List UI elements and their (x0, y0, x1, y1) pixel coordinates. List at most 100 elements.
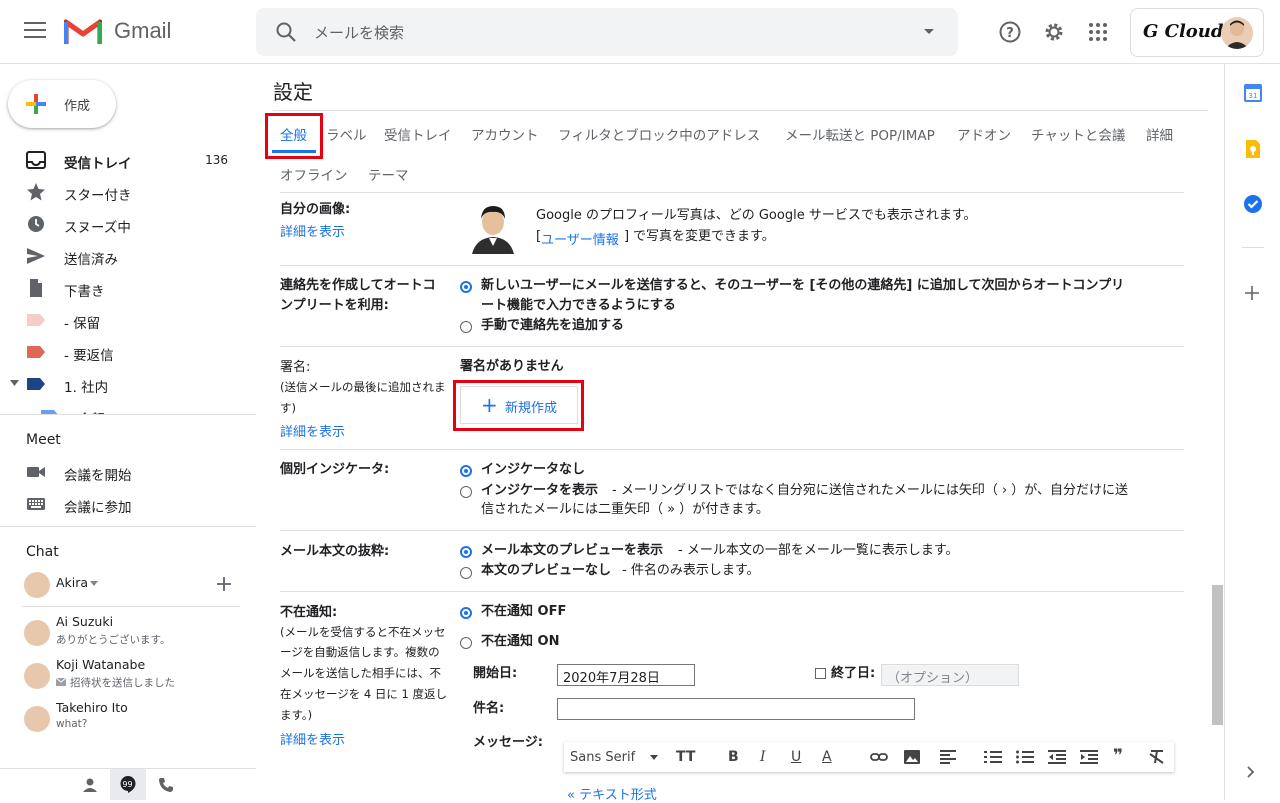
sidebar-item-label: スター付き (64, 188, 132, 204)
tab-labels[interactable]: ラベル (326, 124, 367, 144)
new-chat-plus-icon[interactable] (216, 576, 232, 592)
snippets-show-radio[interactable] (460, 546, 472, 558)
chat-contact-name: Ai Suzuki (56, 614, 114, 629)
sidebar-item-drafts[interactable]: 下書き (0, 272, 256, 304)
phone-icon[interactable] (158, 777, 174, 793)
tab-accounts[interactable]: アカウント (471, 124, 539, 144)
chat-contact-koji-watanabe[interactable]: Koji Watanabe 招待状を送信しました (24, 657, 244, 699)
underline-icon[interactable]: U (791, 749, 801, 765)
chevron-right-icon[interactable] (1247, 766, 1255, 778)
sidebar-item-hold[interactable]: - 保留 (0, 304, 256, 336)
chevron-down-icon[interactable] (90, 581, 98, 586)
autocomplete-manual-radio[interactable] (460, 321, 472, 333)
snippets-show-option: メール本文のプレビューを表示 (481, 543, 664, 558)
sidebar-item-internal[interactable]: 1. 社内 (0, 368, 256, 400)
plain-text-link[interactable]: « テキスト形式 (567, 784, 657, 803)
indicators-on-desc-2: 信されたメールには二重矢印（ » ）が付きます。 (481, 502, 769, 517)
compose-button[interactable]: 作成 (8, 80, 116, 128)
sidebar-item-snoozed[interactable]: スヌーズ中 (0, 208, 256, 240)
align-icon[interactable] (940, 750, 958, 764)
end-date-input[interactable]: （オプション） (881, 664, 1019, 686)
account-switcher[interactable]: G Cloud (1130, 8, 1264, 57)
indent-less-icon[interactable] (1048, 750, 1066, 764)
my-picture-learn-more-link[interactable]: 詳細を表示 (280, 221, 345, 240)
bold-icon[interactable]: B (728, 749, 739, 765)
start-date-input[interactable]: 2020年7月28日 (557, 664, 695, 686)
about-me-link[interactable]: ユーザー情報 (541, 229, 619, 248)
vacation-sub-4: 在メッセージを 4 日に 1 度返し (280, 687, 448, 701)
font-size-icon[interactable]: TT (676, 749, 695, 765)
hangouts-tab[interactable]: 99 (110, 769, 146, 800)
font-family-select[interactable]: Sans Serif (570, 750, 635, 765)
bulleted-list-icon[interactable] (1016, 750, 1034, 764)
help-icon[interactable]: ? (998, 20, 1022, 44)
indent-more-icon[interactable] (1080, 750, 1098, 764)
settings-gear-icon[interactable] (1042, 20, 1066, 44)
divider (22, 606, 240, 607)
italic-icon[interactable]: I (760, 749, 766, 765)
tab-addons[interactable]: アドオン (957, 124, 1011, 144)
get-addons-plus-icon[interactable] (1245, 286, 1259, 300)
vacation-off-radio[interactable] (460, 607, 472, 619)
tab-inbox[interactable]: 受信トレイ (384, 124, 452, 144)
chat-contact-name: Koji Watanabe (56, 657, 146, 672)
avatar (24, 572, 50, 598)
chat-contact-takehiro-ito[interactable]: Takehiro Ito what? (24, 700, 244, 742)
tab-advanced[interactable]: 詳細 (1146, 124, 1173, 144)
search-input[interactable]: メールを検索 (314, 22, 404, 43)
chat-section-title: Chat (26, 544, 59, 560)
vacation-on-radio[interactable] (460, 637, 472, 649)
divider (280, 449, 1184, 450)
end-date-checkbox[interactable] (815, 668, 826, 679)
user-avatar[interactable] (1221, 17, 1253, 49)
tab-filters[interactable]: フィルタとブロック中のアドレス (558, 124, 760, 144)
tab-chat-meet[interactable]: チャットと会議 (1031, 124, 1125, 144)
signature-learn-more-link[interactable]: 詳細を表示 (280, 421, 345, 440)
subject-label: 件名: (473, 701, 505, 716)
indicators-on-option: インジケータを表示 (481, 483, 599, 498)
tab-themes[interactable]: テーマ (368, 164, 409, 184)
numbered-list-icon[interactable] (984, 750, 1002, 764)
indicators-on-radio[interactable] (460, 486, 472, 498)
remove-formatting-icon[interactable] (1149, 750, 1165, 764)
avatar (24, 620, 50, 646)
image-icon[interactable] (904, 750, 920, 764)
app-name: Gmail (114, 18, 172, 43)
tab-forwarding[interactable]: メール転送と POP/IMAP (785, 124, 935, 144)
scrollbar[interactable] (1212, 585, 1223, 725)
keep-icon[interactable] (1244, 140, 1262, 158)
calendar-icon[interactable]: 31 (1244, 84, 1262, 102)
vacation-learn-more-link[interactable]: 詳細を表示 (280, 729, 345, 748)
compose-plus-icon (26, 94, 46, 114)
sidebar-item-reply-needed[interactable]: - 要返信 (0, 336, 256, 368)
left-sidebar: 作成 受信トレイ 136 スター付き スヌーズ中 送信済み 下書き - 保留 -… (0, 64, 256, 800)
indicators-off-radio[interactable] (460, 465, 472, 477)
sidebar-item-starred[interactable]: スター付き (0, 176, 256, 208)
apps-grid-icon[interactable] (1086, 20, 1110, 44)
sidebar-item-newsletter[interactable]: 会報 (0, 400, 256, 414)
meet-start-item[interactable]: 会議を開始 (0, 456, 256, 488)
chevron-down-icon[interactable] (650, 755, 658, 760)
main-menu-icon[interactable] (24, 22, 46, 40)
tasks-icon[interactable] (1243, 194, 1263, 214)
sidebar-item-inbox[interactable]: 受信トレイ 136 (0, 144, 256, 176)
snippets-hide-radio[interactable] (460, 567, 472, 579)
person-icon[interactable] (82, 777, 98, 793)
meet-join-item[interactable]: 会議に参加 (0, 488, 256, 520)
text-color-icon[interactable]: A (822, 749, 832, 765)
link-icon[interactable] (870, 751, 888, 763)
chat-contact-ai-suzuki[interactable]: Ai Suzuki ありがとうございます。 (24, 614, 244, 656)
subject-input[interactable] (557, 698, 915, 720)
profile-photo[interactable] (468, 202, 518, 254)
search-options-icon[interactable] (924, 29, 934, 34)
divider (1242, 247, 1264, 248)
gmail-logo[interactable]: Gmail (64, 16, 171, 46)
expand-caret-icon[interactable] (10, 380, 19, 386)
autocomplete-manual-option: 手動で連絡先を追加する (481, 318, 625, 333)
search-bar[interactable]: メールを検索 (256, 8, 958, 56)
tab-offline[interactable]: オフライン (280, 164, 348, 184)
sidebar-item-sent[interactable]: 送信済み (0, 240, 256, 272)
search-icon[interactable] (274, 20, 298, 44)
quote-icon[interactable]: ❞ (1113, 746, 1123, 766)
autocomplete-auto-radio[interactable] (460, 281, 472, 293)
